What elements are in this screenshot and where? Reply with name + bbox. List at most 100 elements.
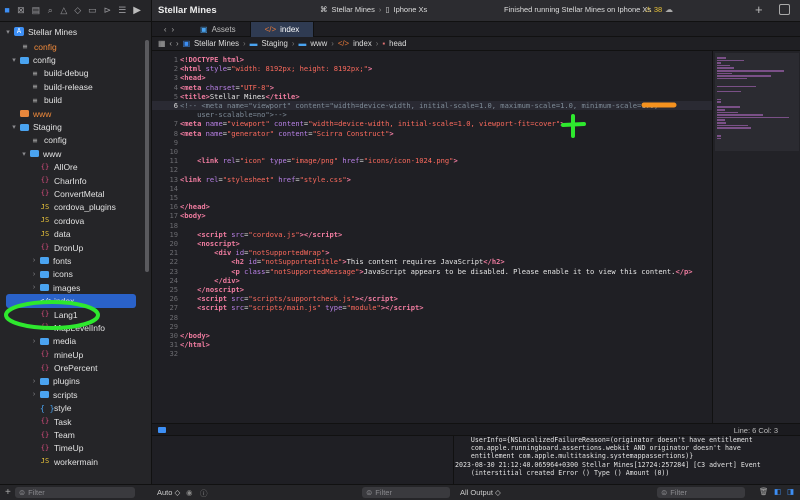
test-icon[interactable]: ◇ <box>74 5 81 16</box>
code-line[interactable]: <p class="notSupportedMessage">JavaScrip… <box>180 267 692 276</box>
sidebar-item-media[interactable]: › media <box>0 335 150 348</box>
chevron-right-icon[interactable]: › <box>30 257 38 264</box>
sidebar-item-config[interactable]: ≡ config <box>0 40 150 53</box>
code-line[interactable]: <div id="notSupportedWrap"> <box>180 248 329 257</box>
search-icon[interactable]: ⌕ <box>47 5 53 16</box>
code-line[interactable]: <link rel="stylesheet" href="style.css"> <box>180 175 351 184</box>
sidebar-item-allore[interactable]: {} AllOre <box>0 161 150 174</box>
split-left-icon[interactable]: ◧ <box>774 487 781 496</box>
sidebar-item-orepercent[interactable]: {} OrePercent <box>0 361 150 374</box>
chevron-down-icon[interactable]: ▾ <box>4 28 12 36</box>
inspector-toggle-icon[interactable] <box>779 4 790 15</box>
minimap[interactable] <box>712 51 800 423</box>
report-icon[interactable]: ☰ <box>118 5 126 16</box>
chevron-right-icon[interactable]: › <box>30 284 38 291</box>
add-icon[interactable]: + <box>5 487 11 498</box>
sidebar-item-fonts[interactable]: › fonts <box>0 254 150 267</box>
trash-icon[interactable]: 🗑 <box>759 487 769 496</box>
tab-index[interactable]: </> index <box>250 22 315 37</box>
folder-icon[interactable]: ■ <box>4 5 10 16</box>
sidebar-item-images[interactable]: › images <box>0 281 150 294</box>
code-line[interactable]: </noscript> <box>180 285 244 294</box>
hide-debug-area-icon[interactable] <box>158 427 166 433</box>
sidebar-item-data[interactable]: JS data <box>0 227 150 240</box>
sidebar-item-team[interactable]: {} Team <box>0 428 150 441</box>
chevron-down-icon[interactable]: ▾ <box>20 150 28 158</box>
sidebar-item-scripts[interactable]: › scripts <box>0 388 150 401</box>
code-line[interactable]: </body> <box>180 331 210 340</box>
chevron-right-icon[interactable]: › <box>30 338 38 345</box>
warning-badge[interactable]: ⚠ 38 <box>645 5 662 14</box>
sidebar-item-mineup[interactable]: {} mineUp <box>0 348 150 361</box>
navigator-filter-input[interactable]: ⊜ Filter <box>14 487 135 498</box>
sidebar-item-cordova[interactable]: JS cordova <box>0 214 150 227</box>
navigator-scrollbar[interactable] <box>145 40 149 272</box>
sidebar-item-build-release[interactable]: ≡ build-release <box>0 80 150 93</box>
forward-icon[interactable]: › <box>176 39 179 48</box>
code-line[interactable]: </head> <box>180 202 210 211</box>
sidebar-item-timeup[interactable]: {} TimeUp <box>0 442 150 455</box>
auto-selector[interactable]: Auto ◇ <box>157 488 180 497</box>
chevron-right-icon[interactable]: › <box>30 378 38 385</box>
info-icon[interactable]: ⓘ <box>200 488 208 499</box>
sidebar-item-charinfo[interactable]: {} CharInfo <box>0 174 150 187</box>
code-line[interactable]: <h2 id="notSupportedTitle">This content … <box>180 257 504 266</box>
code-line[interactable]: <script src="scripts/supportcheck.js"></… <box>180 294 398 303</box>
back-icon[interactable]: ‹ <box>164 25 167 34</box>
console-filter-input[interactable]: ⊜ Filter <box>657 487 745 498</box>
back-icon[interactable]: ‹ <box>169 39 172 48</box>
variables-filter-input[interactable]: ⊜ Filter <box>362 487 450 498</box>
code-line[interactable]: <link rel="icon" type="image/png" href="… <box>180 156 458 165</box>
forward-icon[interactable]: › <box>172 25 175 34</box>
sidebar-item-build-debug[interactable]: ≡ build-debug <box>0 67 150 80</box>
sidebar-item-style[interactable]: { } style <box>0 402 150 415</box>
sidebar-item-config[interactable]: ▾ config <box>0 53 150 66</box>
sidebar-item-staging[interactable]: ▾ Staging <box>0 120 150 133</box>
code-line[interactable]: <body> <box>180 211 206 220</box>
code-line[interactable]: user-scalable=no">--> <box>180 110 287 119</box>
chevron-right-icon[interactable]: › <box>30 391 38 398</box>
sidebar-item-cordova-plugins[interactable]: JS cordova_plugins <box>0 201 150 214</box>
code-line[interactable]: <meta name="generator" content="Scirra C… <box>180 129 394 138</box>
source-control-icon[interactable]: ⊠ <box>17 5 25 16</box>
chevron-right-icon[interactable]: › <box>30 271 38 278</box>
debug-icon[interactable]: ▭ <box>88 5 97 16</box>
sidebar-item-task[interactable]: {} Task <box>0 415 150 428</box>
eye-icon[interactable]: ◉ <box>186 488 193 497</box>
output-selector[interactable]: All Output ◇ <box>460 488 501 497</box>
code-line[interactable]: <html style="width: 8192px; height: 8192… <box>180 64 372 73</box>
code-line[interactable]: <meta name="viewport" content="width=dev… <box>180 119 564 128</box>
code-line[interactable]: <script src="scripts/main.js" type="modu… <box>180 303 423 312</box>
breadcrumb-head[interactable]: head <box>389 39 406 48</box>
tab-assets[interactable]: ▣ Assets <box>186 22 251 37</box>
sidebar-item-convertmetal[interactable]: {} ConvertMetal <box>0 187 150 200</box>
sidebar-item-icons[interactable]: › icons <box>0 268 150 281</box>
breadcrumb-www[interactable]: www <box>310 39 327 48</box>
sidebar-item-www[interactable]: www <box>0 107 150 120</box>
add-icon[interactable]: + <box>755 2 763 17</box>
sidebar-item-plugins[interactable]: › plugins <box>0 375 150 388</box>
sidebar-item-build[interactable]: ≡ build <box>0 94 150 107</box>
breadcrumb-project[interactable]: Stellar Mines <box>194 39 239 48</box>
project-root[interactable]: ▾ A Stellar Mines <box>4 25 77 38</box>
code-line[interactable]: <noscript> <box>180 239 240 248</box>
code-line[interactable]: </div> <box>180 276 240 285</box>
warning-icon[interactable]: △ <box>60 5 67 16</box>
console-output[interactable]: UserInfo={NSLocalizedFailureReason=(orig… <box>455 436 800 484</box>
code-line[interactable]: <!-- <meta name="viewport" content="widt… <box>180 101 658 110</box>
sidebar-item-config[interactable]: ≡ config <box>0 134 150 147</box>
grid-icon[interactable]: ▦ <box>158 39 165 48</box>
source-editor[interactable]: 1 <!DOCTYPE html> 2 <html style="width: 819… <box>152 51 712 423</box>
breadcrumb-index[interactable]: index <box>353 39 372 48</box>
sidebar-item-www[interactable]: ▾ www <box>0 147 150 160</box>
scheme-selector[interactable]: ⌘ Stellar Mines › ▯ Iphone Xs <box>320 5 427 14</box>
code-line[interactable]: <!DOCTYPE html> <box>180 55 244 64</box>
chevron-down-icon[interactable]: ▾ <box>10 123 18 131</box>
code-line[interactable]: </html> <box>180 340 210 349</box>
code-line[interactable]: <meta charset="UTF-8"> <box>180 83 274 92</box>
sidebar-item-dronup[interactable]: {} DronUp <box>0 241 150 254</box>
code-line[interactable]: <head> <box>180 73 206 82</box>
run-icon[interactable]: ▶ <box>133 5 141 16</box>
code-line[interactable]: <script src="cordova.js"></script> <box>180 230 342 239</box>
code-line[interactable]: <title>Stellar Mines</title> <box>180 92 300 101</box>
